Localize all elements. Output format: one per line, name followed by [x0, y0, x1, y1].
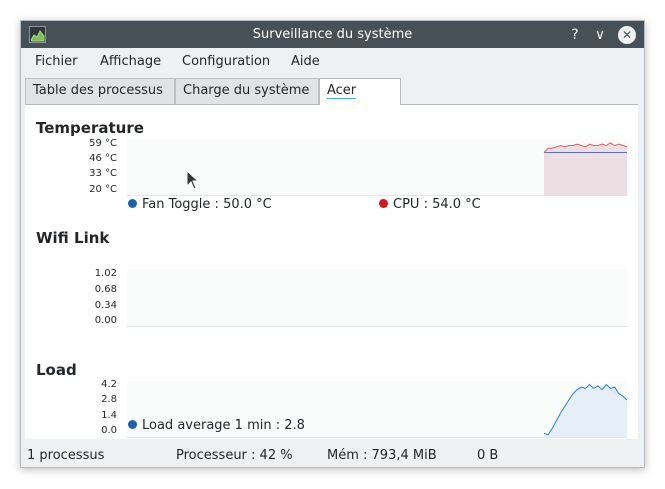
menu-affichage[interactable]: Affichage	[100, 54, 161, 69]
ytick: 0.0	[101, 425, 117, 436]
ytick: 4.2	[101, 379, 117, 390]
status-bar: 1 processus Processeur : 42 % Mém : 793,…	[21, 445, 644, 467]
tab-acer-5315[interactable]: Acer 5315	[319, 78, 401, 123]
temperature-title: Temperature	[36, 119, 144, 137]
tab-label: Charge du système	[183, 83, 310, 98]
legend-label: Fan Toggle : 50.0 °C	[142, 197, 272, 212]
close-button[interactable]: ✕	[618, 26, 636, 44]
window-title: Surveillance du système	[252, 27, 413, 42]
legend-fan-toggle: Fan Toggle : 50.0 °C	[128, 197, 272, 212]
series-area	[544, 384, 627, 437]
system-monitor-window: Surveillance du système ? ∨ ∧ ✕ Fichier …	[20, 20, 645, 468]
status-swap: 0 B	[477, 448, 499, 463]
wifi-plot	[127, 269, 627, 327]
tab-process-table[interactable]: Table des processus	[25, 78, 175, 104]
ytick: 59 °C	[89, 138, 117, 149]
legend-label: Load average 1 min : 2.8	[142, 418, 305, 433]
minimize-button[interactable]: ∨	[591, 26, 609, 44]
status-processes: 1 processus	[27, 448, 105, 463]
legend-load-average: Load average 1 min : 2.8	[128, 418, 305, 433]
ytick: 20 °C	[89, 184, 117, 195]
ytick: 0.34	[94, 300, 117, 311]
ytick: 1.02	[94, 268, 117, 279]
help-button[interactable]: ?	[566, 26, 584, 44]
title-bar[interactable]: Surveillance du système ? ∨ ∧ ✕	[21, 21, 644, 48]
temperature-plot	[127, 139, 628, 196]
wifi-title: Wifi Link	[36, 229, 110, 247]
legend-cpu: CPU : 54.0 °C	[379, 197, 481, 212]
sensor-panel: Temperature 59 °C 46 °C 33 °C 20 °C Fan …	[25, 105, 638, 439]
status-cpu: Processeur : 42 %	[176, 448, 293, 463]
menu-configuration[interactable]: Configuration	[182, 54, 270, 69]
temperature-chart	[543, 142, 628, 195]
mouse-pointer-icon	[186, 169, 200, 194]
tab-label: Table des processus	[33, 83, 163, 98]
legend-label: CPU : 54.0 °C	[393, 197, 481, 212]
tab-system-load[interactable]: Charge du système	[175, 78, 319, 104]
menu-aide[interactable]: Aide	[291, 54, 320, 69]
legend-dot	[128, 420, 137, 429]
ytick: 0.00	[94, 315, 117, 326]
ytick: 46 °C	[89, 153, 117, 164]
load-title: Load	[36, 361, 77, 379]
menu-fichier[interactable]: Fichier	[35, 54, 78, 69]
menu-bar: Fichier Affichage Configuration Aide	[21, 48, 644, 72]
ytick: 33 °C	[89, 168, 117, 179]
ytick: 2.8	[101, 394, 117, 405]
legend-dot	[128, 199, 137, 208]
series-area	[544, 142, 627, 195]
ytick: 0.68	[94, 284, 117, 295]
status-memory: Mém : 793,4 MiB	[327, 448, 437, 463]
ytick: 1.4	[101, 410, 117, 421]
legend-dot	[379, 199, 388, 208]
tab-bar: Table des processus Charge du système Ac…	[25, 77, 638, 123]
